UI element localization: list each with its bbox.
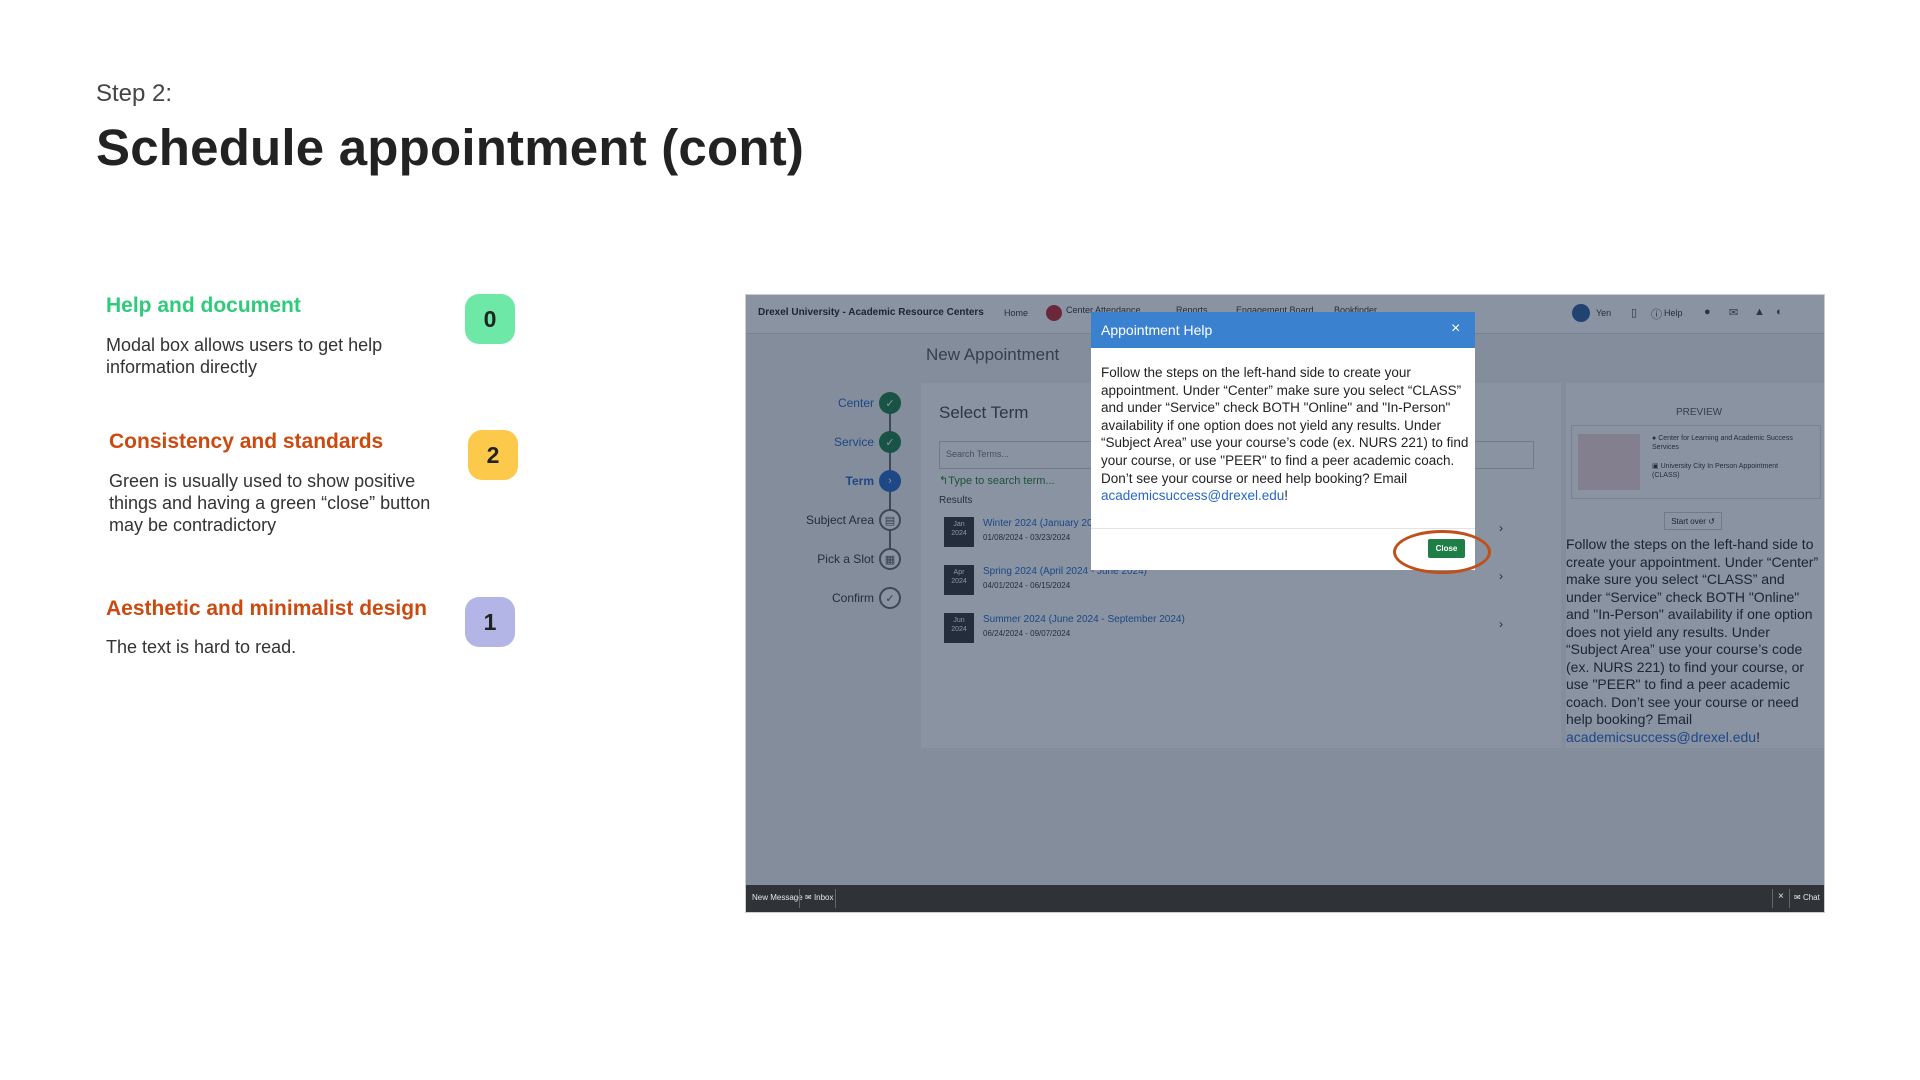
slide-title: Schedule appointment (cont) <box>96 119 805 176</box>
step-label: Step 2: <box>96 80 173 107</box>
divider <box>835 889 836 908</box>
note-title-aesthetic: Aesthetic and minimalist design <box>106 597 427 620</box>
close-button-highlight <box>1393 530 1491 574</box>
modal-header: Appointment Help × <box>1091 312 1475 348</box>
appointment-help-modal: Appointment Help × Follow the steps on t… <box>1091 312 1475 570</box>
severity-badge-0: 0 <box>465 294 515 344</box>
new-message-button[interactable]: New Message <box>752 893 803 902</box>
modal-body-text: Follow the steps on the left-hand side t… <box>1101 365 1469 504</box>
chat-icon: ✉ <box>1794 893 1803 902</box>
modal-title: Appointment Help <box>1101 322 1213 338</box>
email-link[interactable]: academicsuccess@drexel.edu <box>1101 488 1284 503</box>
severity-badge-2: 2 <box>468 430 518 480</box>
note-body-help: Modal box allows users to get help infor… <box>106 335 383 377</box>
mail-icon: ✉ <box>805 893 814 902</box>
inbox-button[interactable]: ✉ Inbox <box>805 893 834 902</box>
divider <box>1772 889 1773 908</box>
app-screenshot: Drexel University - Academic Resource Ce… <box>745 294 1825 913</box>
divider <box>1789 889 1790 908</box>
modal-divider <box>1091 528 1475 529</box>
note-body-consistency: Green is usually used to show positive t… <box>109 471 431 535</box>
note-title-help: Help and document <box>106 294 301 317</box>
close-icon[interactable]: × <box>1778 891 1784 902</box>
chat-button[interactable]: ✉ Chat <box>1794 893 1820 902</box>
note-body-aesthetic: The text is hard to read. <box>106 637 297 657</box>
messaging-bar: New Message ✉ Inbox × ✉ Chat <box>746 885 1824 912</box>
severity-badge-1: 1 <box>465 597 515 647</box>
note-title-consistency: Consistency and standards <box>109 430 384 453</box>
close-icon[interactable]: × <box>1451 320 1460 338</box>
divider <box>799 889 800 908</box>
